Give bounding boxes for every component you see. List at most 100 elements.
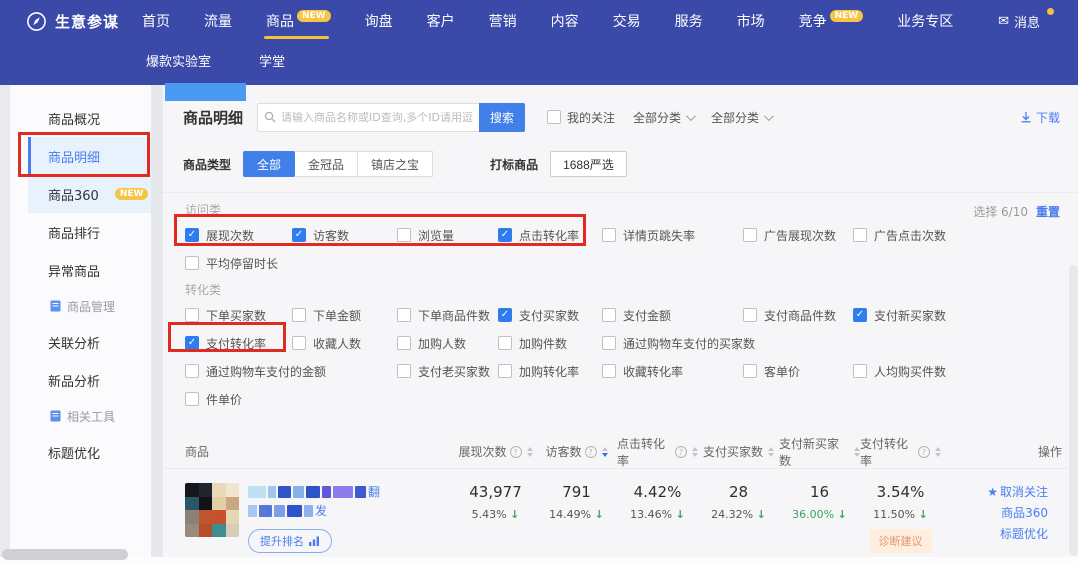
- checkbox-icon[interactable]: [498, 336, 512, 350]
- subnav-item-0[interactable]: 爆款实验室: [146, 51, 211, 75]
- help-icon[interactable]: ?: [510, 446, 522, 458]
- product-title-censored[interactable]: 发: [248, 504, 380, 517]
- category-select-1[interactable]: 全部分类: [633, 109, 693, 126]
- metric-checkbox-0-3[interactable]: ✓点击转化率: [498, 225, 602, 245]
- nav-item-6[interactable]: 内容: [551, 0, 579, 42]
- metric-checkbox-1-18[interactable]: 件单价: [185, 389, 292, 409]
- checkbox-icon[interactable]: [602, 308, 616, 322]
- metric-checkbox-0-5[interactable]: 广告展现次数: [743, 225, 853, 245]
- help-icon[interactable]: ?: [675, 446, 687, 458]
- nav-item-5[interactable]: 营销: [489, 0, 517, 42]
- reset-link[interactable]: 重置: [1036, 205, 1060, 219]
- metric-checkbox-1-3[interactable]: ✓支付买家数: [498, 305, 602, 325]
- action-link-1[interactable]: 商品360: [1001, 504, 1048, 521]
- checkbox-icon[interactable]: [292, 336, 306, 350]
- tagged-product-option-0[interactable]: 1688严选: [550, 151, 627, 177]
- app-logo[interactable]: 生意参谋: [0, 11, 142, 32]
- messages-button[interactable]: ✉ 消息: [998, 0, 1040, 42]
- metric-checkbox-1-8[interactable]: 收藏人数: [292, 333, 397, 353]
- checkbox-icon[interactable]: [743, 228, 757, 242]
- help-icon[interactable]: ?: [918, 446, 930, 458]
- metric-checkbox-0-6[interactable]: 广告点击次数: [853, 225, 1058, 245]
- checkbox-icon[interactable]: [547, 110, 561, 124]
- nav-item-10[interactable]: 竞争NEW: [799, 0, 864, 42]
- nav-item-1[interactable]: 流量: [204, 0, 232, 42]
- search-button[interactable]: 搜索: [479, 103, 525, 132]
- sort-carets[interactable]: [768, 447, 774, 457]
- checkbox-icon[interactable]: [185, 256, 199, 270]
- sidebar-item-0[interactable]: 商品概况: [28, 99, 151, 137]
- checkbox-icon[interactable]: ✓: [292, 228, 306, 242]
- action-link-0[interactable]: ★取消关注: [987, 483, 1048, 500]
- metric-checkbox-1-10[interactable]: 加购件数: [498, 333, 602, 353]
- checkbox-icon[interactable]: [185, 308, 199, 322]
- nav-item-11[interactable]: 业务专区: [897, 0, 953, 42]
- product-title-censored[interactable]: 翻: [248, 485, 380, 498]
- checkbox-icon[interactable]: [397, 364, 411, 378]
- checkbox-icon[interactable]: ✓: [853, 308, 867, 322]
- sidebar-item-1[interactable]: 商品明细: [28, 137, 151, 175]
- sidebar-item-4[interactable]: 异常商品: [28, 251, 151, 289]
- checkbox-icon[interactable]: [743, 364, 757, 378]
- subnav-item-1[interactable]: 学堂: [259, 51, 285, 75]
- sidebar-item-2[interactable]: 商品360NEW: [28, 175, 151, 213]
- metric-checkbox-0-2[interactable]: 浏览量: [397, 225, 498, 245]
- checkbox-icon[interactable]: ✓: [498, 308, 512, 322]
- nav-item-4[interactable]: 客户: [427, 0, 455, 42]
- product-type-option-1[interactable]: 金冠品: [294, 151, 358, 177]
- nav-item-2[interactable]: 商品NEW: [266, 0, 331, 42]
- checkbox-icon[interactable]: [185, 392, 199, 406]
- help-icon[interactable]: ?: [585, 446, 597, 458]
- download-button[interactable]: 下载: [1020, 109, 1060, 126]
- metric-checkbox-1-0[interactable]: 下单买家数: [185, 305, 292, 325]
- checkbox-icon[interactable]: [743, 308, 757, 322]
- promote-rank-button[interactable]: 提升排名: [248, 529, 332, 553]
- metric-checkbox-1-9[interactable]: 加购人数: [397, 333, 498, 353]
- checkbox-icon[interactable]: [498, 364, 512, 378]
- metric-checkbox-1-4[interactable]: 支付金额: [602, 305, 743, 325]
- product-type-option-2[interactable]: 镇店之宝: [357, 151, 433, 177]
- checkbox-icon[interactable]: [397, 308, 411, 322]
- metric-checkbox-1-17[interactable]: 人均购买件数: [853, 361, 1058, 381]
- metric-checkbox-1-1[interactable]: 下单金额: [292, 305, 397, 325]
- horizontal-scrollbar[interactable]: [2, 549, 128, 560]
- nav-item-9[interactable]: 市场: [737, 0, 765, 42]
- checkbox-icon[interactable]: ✓: [498, 228, 512, 242]
- action-link-2[interactable]: 标题优化: [1000, 525, 1048, 542]
- metric-checkbox-1-14[interactable]: 加购转化率: [498, 361, 602, 381]
- search-input[interactable]: [281, 111, 473, 124]
- category-select-2[interactable]: 全部分类: [711, 109, 771, 126]
- checkbox-icon[interactable]: [602, 336, 616, 350]
- checkbox-icon[interactable]: [602, 364, 616, 378]
- metric-checkbox-1-6[interactable]: ✓支付新买家数: [853, 305, 1058, 325]
- checkbox-icon[interactable]: [397, 228, 411, 242]
- checkbox-icon[interactable]: [397, 336, 411, 350]
- nav-item-8[interactable]: 服务: [675, 0, 703, 42]
- metric-checkbox-1-2[interactable]: 下单商品件数: [397, 305, 498, 325]
- checkbox-icon[interactable]: ✓: [185, 336, 199, 350]
- nav-item-3[interactable]: 询盘: [365, 0, 393, 42]
- metric-checkbox-0-0[interactable]: ✓展现次数: [185, 225, 292, 245]
- metric-checkbox-1-5[interactable]: 支付商品件数: [743, 305, 853, 325]
- sort-carets[interactable]: [602, 447, 608, 457]
- sort-carets[interactable]: [527, 447, 533, 457]
- my-follow-checkbox[interactable]: 我的关注: [547, 109, 615, 126]
- metric-checkbox-1-15[interactable]: 收藏转化率: [602, 361, 743, 381]
- sidebar-item-6[interactable]: 关联分析: [28, 323, 151, 361]
- diagnose-button[interactable]: 诊断建议: [870, 529, 932, 553]
- checkbox-icon[interactable]: [853, 228, 867, 242]
- checkbox-icon[interactable]: [853, 364, 867, 378]
- sidebar-item-7[interactable]: 新品分析: [28, 361, 151, 399]
- metric-checkbox-0-1[interactable]: ✓访客数: [292, 225, 397, 245]
- checkbox-icon[interactable]: [185, 364, 199, 378]
- search-box[interactable]: [257, 103, 479, 132]
- metric-checkbox-1-12[interactable]: 通过购物车支付的金额: [185, 361, 397, 381]
- nav-item-0[interactable]: 首页: [142, 0, 170, 42]
- metric-checkbox-1-16[interactable]: 客单价: [743, 361, 853, 381]
- product-type-option-0[interactable]: 全部: [243, 151, 295, 177]
- metric-checkbox-1-13[interactable]: 支付老买家数: [397, 361, 498, 381]
- sidebar-item-3[interactable]: 商品排行: [28, 213, 151, 251]
- nav-item-7[interactable]: 交易: [613, 0, 641, 42]
- metric-checkbox-0-7[interactable]: 平均停留时长: [185, 253, 397, 273]
- sidebar-item-9[interactable]: 标题优化: [28, 433, 151, 471]
